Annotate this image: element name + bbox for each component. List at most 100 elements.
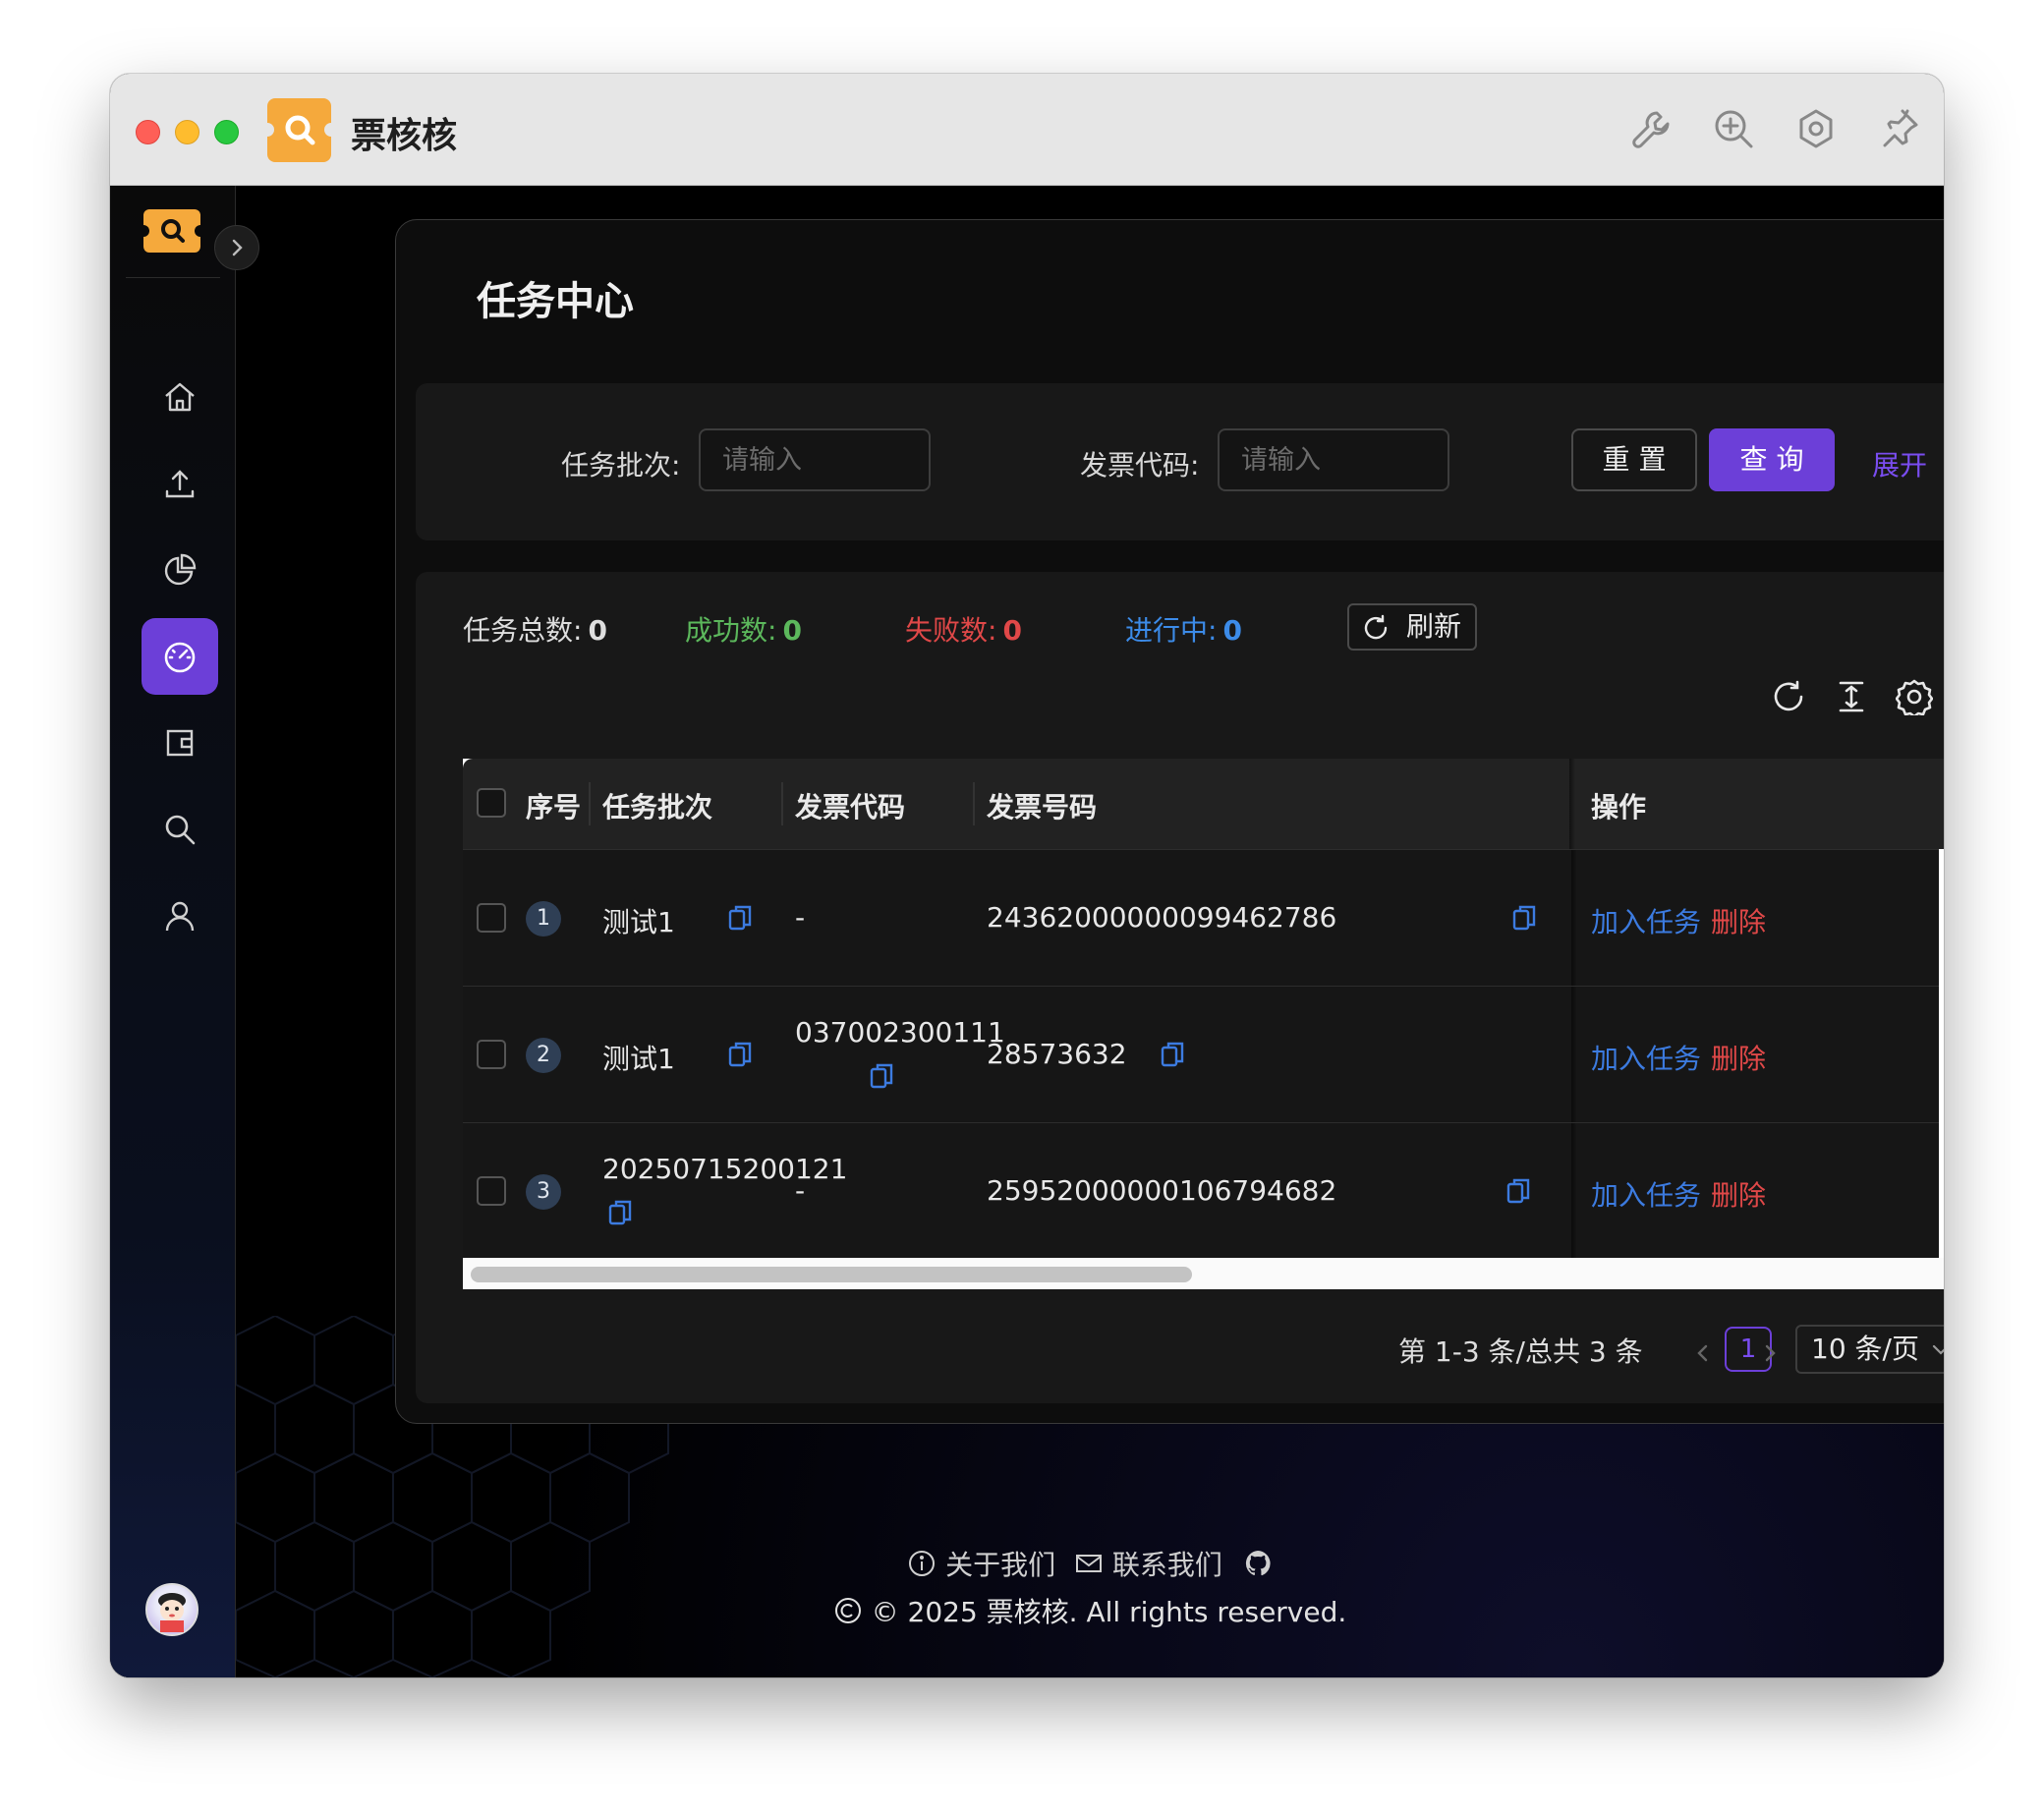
header-operations: 操作 (1591, 791, 1647, 823)
row-checkbox[interactable] (477, 903, 506, 933)
sidebar-logo[interactable] (138, 209, 206, 253)
search-icon (165, 815, 196, 845)
invoice-code-input[interactable] (1218, 428, 1449, 491)
cell-invoice-code: 037002300111 (795, 1016, 1005, 1049)
sidebar-divider (126, 277, 220, 278)
sidebar-item-upload[interactable] (142, 445, 218, 522)
expand-label: 展开 (1872, 449, 1928, 482)
page-size-value: 10 条/页 (1811, 1333, 1919, 1365)
app-window: 票核核 任务中心 任务批次: 请输入 发票代码: 请输入 重 置 查 询 展开 … (110, 74, 1944, 1677)
header-invoice-code: 发票代码 (795, 791, 906, 823)
header-separator (781, 782, 783, 825)
table-header: 序号 任务批次 发票代码 发票号码 操作 (463, 759, 1944, 849)
footer-copyright: © 2025 票核核. All rights reserved. (236, 1591, 1944, 1630)
expand-button[interactable]: 展开 (1872, 444, 1927, 483)
header-invoice-number: 发票号码 (987, 791, 1098, 823)
footer-links: 关于我们 联系我们 (236, 1544, 1944, 1583)
query-button[interactable]: 查 询 (1709, 428, 1835, 491)
row-index: 1 (526, 901, 561, 936)
horizontal-scrollbar[interactable] (463, 1258, 1944, 1289)
fixed-column-shadow (1571, 850, 1577, 986)
add-to-task-link[interactable]: 加入任务 (1591, 1174, 1701, 1214)
stat-success: 成功数: 0 (685, 609, 802, 649)
copy-icon[interactable] (1159, 1040, 1186, 1069)
sidebar-item-user[interactable] (142, 878, 218, 954)
contact-us-link[interactable]: 联系我们 (1112, 1544, 1222, 1583)
copy-icon[interactable] (726, 1040, 754, 1069)
cell-invoice-number: 25952000000106794682 (987, 1174, 1337, 1207)
mail-icon (1076, 1555, 1102, 1572)
zoom-in-icon[interactable] (1710, 105, 1757, 152)
minimize-window-button[interactable] (175, 120, 199, 144)
add-to-task-link[interactable]: 加入任务 (1591, 901, 1701, 940)
reset-button[interactable]: 重 置 (1571, 428, 1697, 491)
sidebar-item-wallet[interactable] (142, 705, 218, 781)
pin-icon[interactable] (1875, 105, 1922, 152)
row-checkbox[interactable] (477, 1040, 506, 1069)
table-row: 3 20250715200121 - 25952000000106794682 … (463, 1122, 1939, 1259)
stat-failed: 失败数: 0 (905, 609, 1022, 649)
refresh-label: 刷新 (1406, 610, 1462, 643)
prev-page-icon[interactable] (1691, 1338, 1715, 1368)
hexagon-settings-icon[interactable] (1792, 105, 1840, 152)
sidebar-item-search[interactable] (142, 791, 218, 868)
fixed-column-shadow (1571, 1123, 1577, 1259)
cell-batch: 测试1 (602, 906, 675, 938)
github-icon[interactable] (1243, 1549, 1273, 1578)
column-height-icon[interactable] (1833, 678, 1870, 715)
table-row: 1 测试1 - 24362000000099462786 加入任务 删除 (463, 849, 1939, 986)
copy-icon[interactable] (606, 1198, 634, 1227)
sidebar-collapse-button[interactable] (214, 225, 259, 270)
header-index: 序号 (526, 791, 582, 823)
fixed-column-shadow (1569, 759, 1575, 849)
copy-icon[interactable] (1510, 903, 1538, 933)
app-logo (260, 98, 338, 162)
task-table: 序号 任务批次 发票代码 发票号码 操作 1 测试1 - 24362000000… (463, 759, 1944, 1289)
add-to-task-link[interactable]: 加入任务 (1591, 1038, 1701, 1077)
main-area: 任务中心 任务批次: 发票代码: 重 置 查 询 展开 (236, 186, 1944, 1677)
refresh-button[interactable]: 刷新 (1347, 603, 1477, 651)
scrollbar-thumb[interactable] (471, 1267, 1192, 1282)
batch-field-label: 任务批次: (561, 449, 681, 482)
wrench-icon[interactable] (1627, 105, 1675, 152)
sidebar-item-statistics[interactable] (142, 532, 218, 608)
settings-icon[interactable] (1896, 678, 1933, 715)
batch-input[interactable] (699, 428, 931, 491)
row-checkbox[interactable] (477, 1176, 506, 1206)
cell-batch: 20250715200121 (602, 1153, 848, 1185)
info-icon (909, 1551, 936, 1576)
copy-icon[interactable] (1505, 1176, 1532, 1206)
select-all-checkbox[interactable] (477, 788, 506, 818)
titlebar: 票核核 (110, 74, 1944, 186)
copy-icon[interactable] (868, 1061, 895, 1091)
delete-link[interactable]: 删除 (1711, 1038, 1766, 1077)
sidebar-item-home[interactable] (142, 359, 218, 435)
reload-icon[interactable] (1770, 678, 1807, 715)
maximize-window-button[interactable] (214, 120, 239, 144)
close-window-button[interactable] (136, 120, 160, 144)
wallet-icon (166, 729, 194, 757)
copy-icon[interactable] (726, 903, 754, 933)
stat-failed-value: 0 (1002, 614, 1022, 647)
delete-link[interactable]: 删除 (1711, 1174, 1766, 1214)
stat-total: 任务总数: 0 (463, 609, 607, 649)
sidebar (110, 186, 236, 1677)
task-table-card: 任务总数: 0 成功数: 0 失败数: 0 进行中: 0 刷新 序号 任务批次 … (416, 572, 1944, 1403)
stat-running-label: 进行中: (1125, 614, 1218, 647)
page-size-select[interactable]: 10 条/页 (1795, 1325, 1944, 1374)
dashboard-icon (164, 642, 196, 673)
avatar[interactable] (145, 1583, 199, 1636)
search-form: 任务批次: 发票代码: 重 置 查 询 展开 (416, 383, 1944, 540)
stat-success-label: 成功数: (685, 614, 777, 647)
invoice-code-field-label: 发票代码: (1080, 449, 1200, 482)
delete-link[interactable]: 删除 (1711, 901, 1766, 940)
about-us-link[interactable]: 关于我们 (945, 1544, 1055, 1583)
stat-total-label: 任务总数: (463, 614, 583, 647)
pie-chart-icon (164, 553, 197, 586)
cell-batch: 测试1 (602, 1043, 675, 1075)
upload-icon (165, 470, 195, 498)
chevron-right-icon (232, 239, 243, 256)
chevron-down-icon (1932, 1344, 1944, 1355)
sidebar-item-task-center[interactable] (142, 618, 218, 695)
next-page-icon[interactable] (1758, 1338, 1782, 1368)
